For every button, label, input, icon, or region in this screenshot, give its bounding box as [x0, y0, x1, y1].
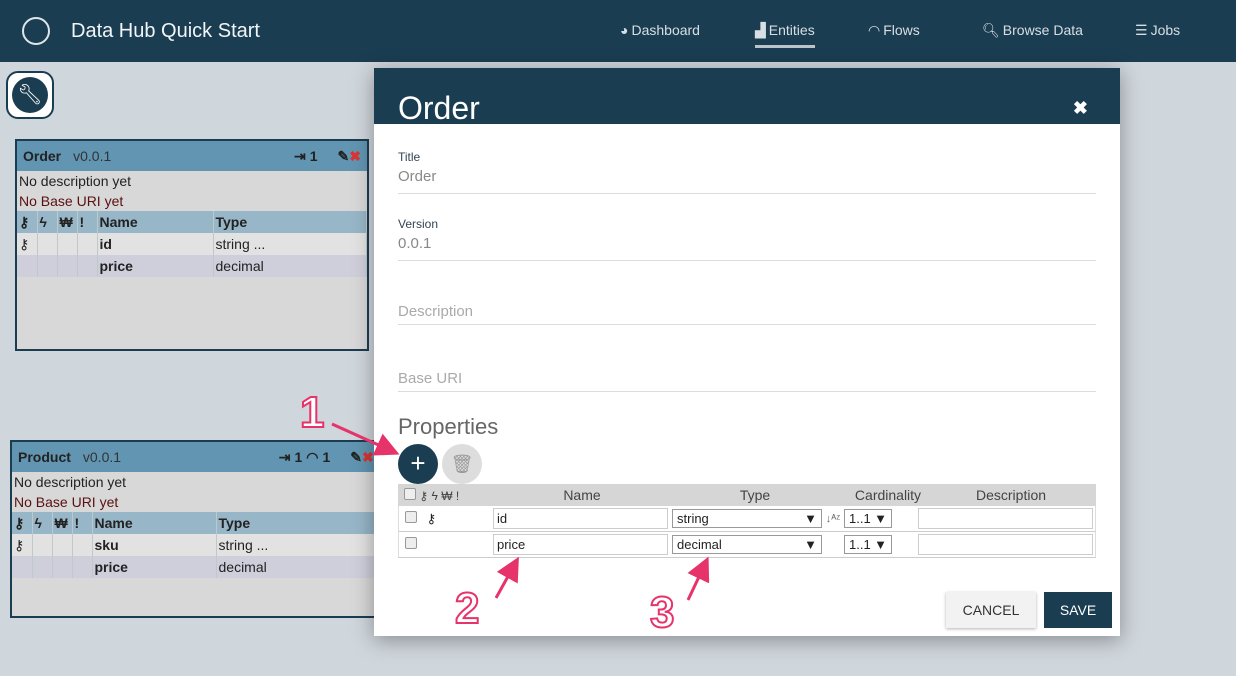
annotation-number-3: 3 — [649, 587, 676, 638]
annotation-number-2: 2 — [454, 583, 481, 634]
annotation-number-1: 1 — [299, 387, 326, 438]
annotation-arrows — [331, 422, 710, 601]
arrow-1 — [331, 422, 400, 456]
arrow-2 — [494, 556, 519, 599]
arrow-3 — [686, 556, 710, 601]
